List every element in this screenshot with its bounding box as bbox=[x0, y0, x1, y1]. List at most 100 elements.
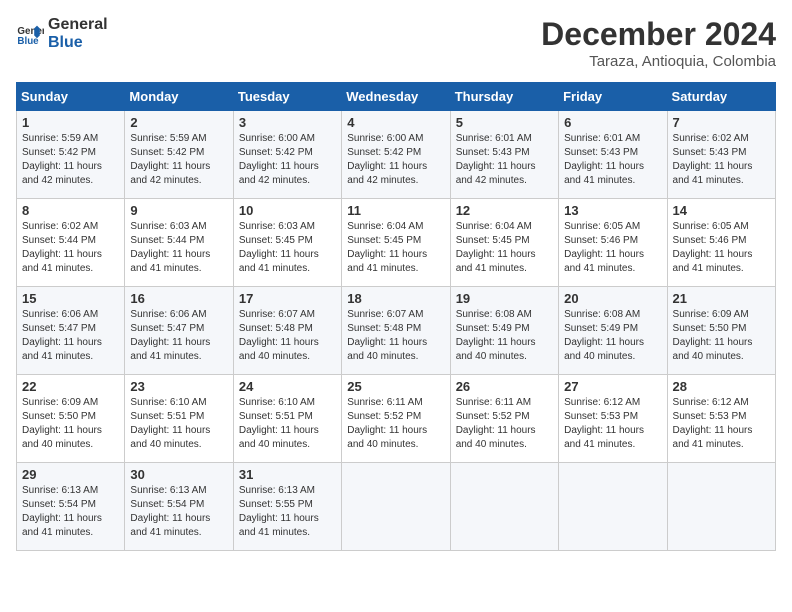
day-info: Sunrise: 6:01 AM Sunset: 5:43 PM Dayligh… bbox=[564, 132, 661, 188]
table-row: 14Sunrise: 6:05 AM Sunset: 5:46 PM Dayli… bbox=[667, 199, 775, 287]
day-number: 1 bbox=[22, 115, 119, 130]
day-info: Sunrise: 6:08 AM Sunset: 5:49 PM Dayligh… bbox=[564, 308, 661, 364]
table-row: 24 Sunrise: 6:10 AM Sunset: 5:51 PM Dayli… bbox=[233, 375, 341, 463]
calendar-row: 8 Sunrise: 6:02 AM Sunset: 5:44 PM Daylig… bbox=[17, 199, 776, 287]
logo-line1: General bbox=[48, 16, 108, 34]
day-info: Sunrise: 5:59 AM Sunset: 5:42 PM Dayligh… bbox=[22, 132, 119, 188]
day-info: Sunrise: 5:59 AM Sunset: 5:42 PM Dayligh… bbox=[130, 132, 227, 188]
day-info: Sunrise: 6:13 AM Sunset: 5:54 PM Dayligh… bbox=[130, 484, 227, 540]
col-tuesday: Tuesday bbox=[233, 83, 341, 111]
table-row: 12 Sunrise: 6:04 AM Sunset: 5:45 PM Dayli… bbox=[450, 199, 558, 287]
table-row: 8 Sunrise: 6:02 AM Sunset: 5:44 PM Daylig… bbox=[17, 199, 125, 287]
table-row bbox=[667, 463, 775, 551]
day-number: 20 bbox=[564, 291, 661, 306]
col-monday: Monday bbox=[125, 83, 233, 111]
table-row: 21Sunrise: 6:09 AM Sunset: 5:50 PM Dayli… bbox=[667, 287, 775, 375]
day-number: 22 bbox=[22, 379, 119, 394]
table-row: 13Sunrise: 6:05 AM Sunset: 5:46 PM Dayli… bbox=[559, 199, 667, 287]
day-info: Sunrise: 6:03 AM Sunset: 5:45 PM Dayligh… bbox=[239, 220, 336, 276]
col-saturday: Saturday bbox=[667, 83, 775, 111]
day-info: Sunrise: 6:06 AM Sunset: 5:47 PM Dayligh… bbox=[22, 308, 119, 364]
day-number: 17 bbox=[239, 291, 336, 306]
table-row: 6 Sunrise: 6:01 AM Sunset: 5:43 PM Daylig… bbox=[559, 111, 667, 199]
day-number: 26 bbox=[456, 379, 553, 394]
col-wednesday: Wednesday bbox=[342, 83, 450, 111]
day-info: Sunrise: 6:10 AM Sunset: 5:51 PM Dayligh… bbox=[130, 396, 227, 452]
day-info: Sunrise: 6:08 AM Sunset: 5:49 PM Dayligh… bbox=[456, 308, 553, 364]
col-friday: Friday bbox=[559, 83, 667, 111]
day-info: Sunrise: 6:04 AM Sunset: 5:45 PM Dayligh… bbox=[347, 220, 444, 276]
day-info: Sunrise: 6:07 AM Sunset: 5:48 PM Dayligh… bbox=[347, 308, 444, 364]
table-row: 7 Sunrise: 6:02 AM Sunset: 5:43 PM Daylig… bbox=[667, 111, 775, 199]
day-number: 6 bbox=[564, 115, 661, 130]
logo: General Blue General Blue bbox=[16, 16, 108, 52]
table-row: 31Sunrise: 6:13 AM Sunset: 5:55 PM Dayli… bbox=[233, 463, 341, 551]
table-row: 10 Sunrise: 6:03 AM Sunset: 5:45 PM Dayli… bbox=[233, 199, 341, 287]
table-row: 1 Sunrise: 5:59 AM Sunset: 5:42 PM Daylig… bbox=[17, 111, 125, 199]
day-info: Sunrise: 6:05 AM Sunset: 5:46 PM Dayligh… bbox=[673, 220, 770, 276]
day-info: Sunrise: 6:12 AM Sunset: 5:53 PM Dayligh… bbox=[673, 396, 770, 452]
day-number: 9 bbox=[130, 203, 227, 218]
day-info: Sunrise: 6:12 AM Sunset: 5:53 PM Dayligh… bbox=[564, 396, 661, 452]
day-info: Sunrise: 6:01 AM Sunset: 5:43 PM Dayligh… bbox=[456, 132, 553, 188]
day-number: 5 bbox=[456, 115, 553, 130]
calendar-title: December 2024 bbox=[541, 16, 776, 53]
day-info: Sunrise: 6:11 AM Sunset: 5:52 PM Dayligh… bbox=[347, 396, 444, 452]
day-info: Sunrise: 6:02 AM Sunset: 5:43 PM Dayligh… bbox=[673, 132, 770, 188]
table-row: 27 Sunrise: 6:12 AM Sunset: 5:53 PM Dayli… bbox=[559, 375, 667, 463]
table-row: 26 Sunrise: 6:11 AM Sunset: 5:52 PM Dayli… bbox=[450, 375, 558, 463]
table-row: 25Sunrise: 6:11 AM Sunset: 5:52 PM Dayli… bbox=[342, 375, 450, 463]
day-info: Sunrise: 6:02 AM Sunset: 5:44 PM Dayligh… bbox=[22, 220, 119, 276]
col-thursday: Thursday bbox=[450, 83, 558, 111]
logo-line2: Blue bbox=[48, 34, 108, 52]
table-row: 17 Sunrise: 6:07 AM Sunset: 5:48 PM Dayli… bbox=[233, 287, 341, 375]
logo-icon: General Blue bbox=[16, 20, 44, 48]
svg-text:Blue: Blue bbox=[17, 36, 39, 47]
day-info: Sunrise: 6:09 AM Sunset: 5:50 PM Dayligh… bbox=[22, 396, 119, 452]
day-number: 8 bbox=[22, 203, 119, 218]
day-info: Sunrise: 6:04 AM Sunset: 5:45 PM Dayligh… bbox=[456, 220, 553, 276]
header-row: Sunday Monday Tuesday Wednesday Thursday… bbox=[17, 83, 776, 111]
table-row: 11 Sunrise: 6:04 AM Sunset: 5:45 PM Dayli… bbox=[342, 199, 450, 287]
calendar-row: 22 Sunrise: 6:09 AM Sunset: 5:50 PM Dayli… bbox=[17, 375, 776, 463]
table-row: 20 Sunrise: 6:08 AM Sunset: 5:49 PM Dayli… bbox=[559, 287, 667, 375]
table-row: 30 Sunrise: 6:13 AM Sunset: 5:54 PM Dayli… bbox=[125, 463, 233, 551]
day-info: Sunrise: 6:00 AM Sunset: 5:42 PM Dayligh… bbox=[347, 132, 444, 188]
day-number: 12 bbox=[456, 203, 553, 218]
day-number: 24 bbox=[239, 379, 336, 394]
day-number: 10 bbox=[239, 203, 336, 218]
table-row: 3Sunrise: 6:00 AM Sunset: 5:42 PM Daylig… bbox=[233, 111, 341, 199]
day-number: 31 bbox=[239, 467, 336, 482]
day-info: Sunrise: 6:13 AM Sunset: 5:54 PM Dayligh… bbox=[22, 484, 119, 540]
day-number: 2 bbox=[130, 115, 227, 130]
table-row bbox=[342, 463, 450, 551]
day-number: 18 bbox=[347, 291, 444, 306]
calendar-table: Sunday Monday Tuesday Wednesday Thursday… bbox=[16, 82, 776, 551]
day-info: Sunrise: 6:05 AM Sunset: 5:46 PM Dayligh… bbox=[564, 220, 661, 276]
day-number: 27 bbox=[564, 379, 661, 394]
table-row: 22 Sunrise: 6:09 AM Sunset: 5:50 PM Dayli… bbox=[17, 375, 125, 463]
calendar-row: 15 Sunrise: 6:06 AM Sunset: 5:47 PM Dayli… bbox=[17, 287, 776, 375]
col-sunday: Sunday bbox=[17, 83, 125, 111]
table-row: 16Sunrise: 6:06 AM Sunset: 5:47 PM Dayli… bbox=[125, 287, 233, 375]
calendar-row: 1 Sunrise: 5:59 AM Sunset: 5:42 PM Daylig… bbox=[17, 111, 776, 199]
day-info: Sunrise: 6:09 AM Sunset: 5:50 PM Dayligh… bbox=[673, 308, 770, 364]
table-row: 28 Sunrise: 6:12 AM Sunset: 5:53 PM Dayli… bbox=[667, 375, 775, 463]
day-info: Sunrise: 6:06 AM Sunset: 5:47 PM Dayligh… bbox=[130, 308, 227, 364]
day-info: Sunrise: 6:11 AM Sunset: 5:52 PM Dayligh… bbox=[456, 396, 553, 452]
day-info: Sunrise: 6:10 AM Sunset: 5:51 PM Dayligh… bbox=[239, 396, 336, 452]
table-row: 15 Sunrise: 6:06 AM Sunset: 5:47 PM Dayli… bbox=[17, 287, 125, 375]
day-number: 7 bbox=[673, 115, 770, 130]
day-number: 30 bbox=[130, 467, 227, 482]
title-area: December 2024 Taraza, Antioquia, Colombi… bbox=[541, 16, 776, 70]
table-row: 29Sunrise: 6:13 AM Sunset: 5:54 PM Dayli… bbox=[17, 463, 125, 551]
day-number: 28 bbox=[673, 379, 770, 394]
day-number: 11 bbox=[347, 203, 444, 218]
day-number: 4 bbox=[347, 115, 444, 130]
day-info: Sunrise: 6:07 AM Sunset: 5:48 PM Dayligh… bbox=[239, 308, 336, 364]
day-number: 23 bbox=[130, 379, 227, 394]
calendar-row: 29Sunrise: 6:13 AM Sunset: 5:54 PM Dayli… bbox=[17, 463, 776, 551]
day-number: 19 bbox=[456, 291, 553, 306]
day-info: Sunrise: 6:03 AM Sunset: 5:44 PM Dayligh… bbox=[130, 220, 227, 276]
day-number: 15 bbox=[22, 291, 119, 306]
